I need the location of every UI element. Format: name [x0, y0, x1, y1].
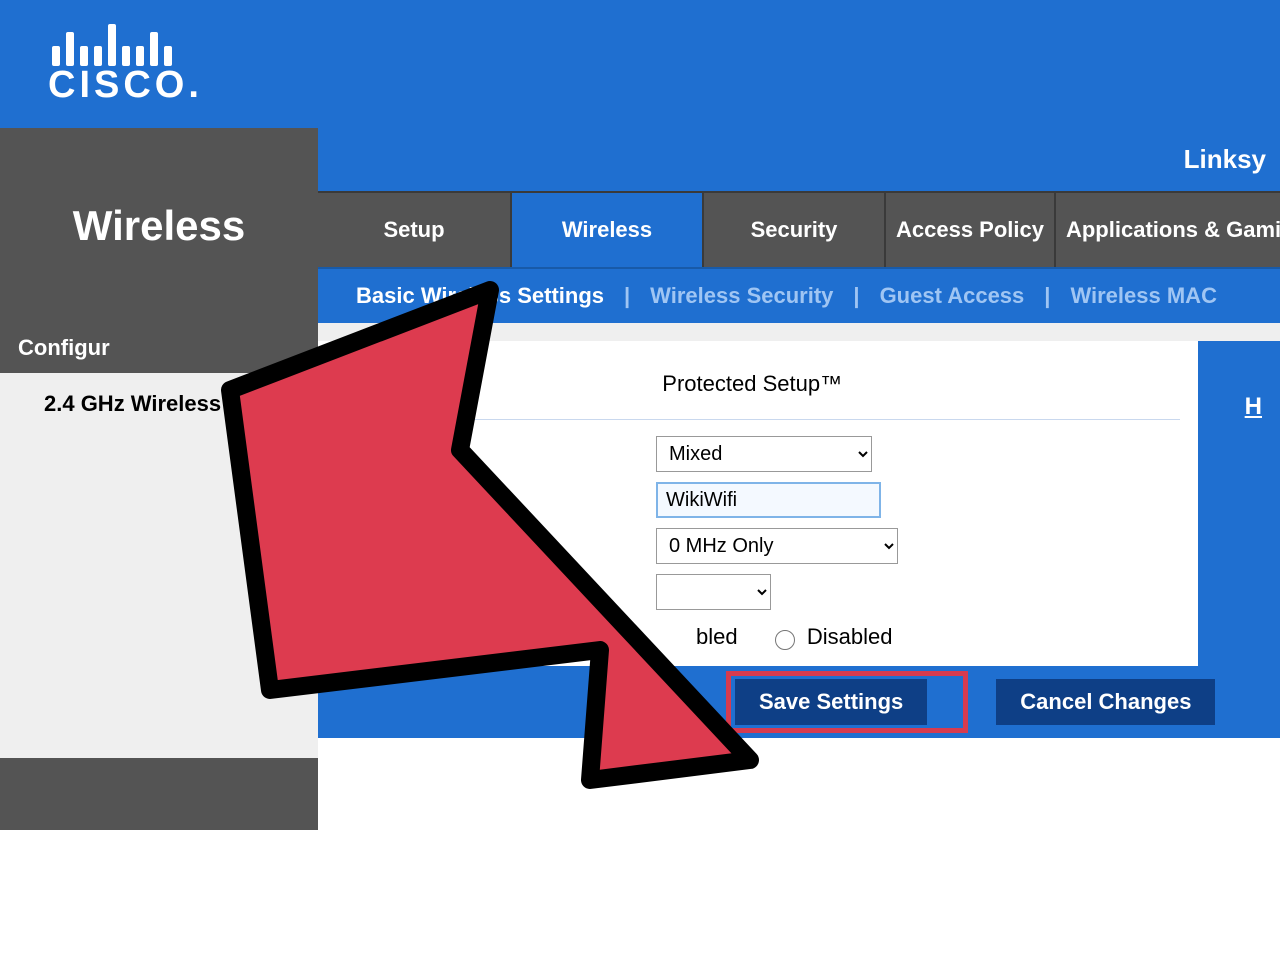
model-bar: Linksy — [318, 128, 1280, 191]
cisco-word: CISCO. — [48, 64, 203, 107]
tab-wireless[interactable]: Wireless — [512, 193, 704, 267]
main-tabs: Setup Wireless Security Access Policy Ap… — [318, 191, 1280, 267]
network-mode-select[interactable]: Mixed — [656, 436, 872, 472]
disabled-label: Disabled — [807, 624, 893, 649]
subtab-separator: | — [853, 283, 859, 309]
tab-applications-gaming[interactable]: Applications & Gaming — [1056, 193, 1280, 267]
subtab-separator: | — [624, 283, 630, 309]
sub-tabs: Basic Wireless Settings | Wireless Secur… — [318, 267, 1280, 323]
subtab-wireless-security[interactable]: Wireless Security — [650, 283, 833, 309]
page-title: Wireless — [73, 202, 245, 250]
help-sidebar: H — [1198, 341, 1280, 666]
ssid-broadcast-disabled-option[interactable]: Disabled — [770, 624, 893, 649]
cancel-changes-button[interactable]: Cancel Changes — [996, 679, 1215, 725]
save-settings-button[interactable]: Save Settings — [735, 679, 927, 725]
divider — [336, 419, 1180, 420]
save-highlight-box: Save Settings — [726, 671, 968, 733]
enabled-label: bled — [696, 624, 738, 649]
manual-radio[interactable] — [351, 377, 371, 397]
ssid-input[interactable] — [656, 482, 881, 518]
subtab-guest-access[interactable]: Guest Access — [880, 283, 1025, 309]
settings-panel: Manu Protected Setup™ Mixed — [318, 341, 1198, 666]
channel-select[interactable] — [656, 574, 771, 610]
channel-width-select[interactable]: 0 MHz Only — [656, 528, 898, 564]
configuration-view-label: Configur — [0, 323, 318, 373]
config-mode-wps-option[interactable]: Protected Setup™ — [662, 371, 842, 396]
tab-setup[interactable]: Setup — [318, 193, 512, 267]
wps-radio-label: Protected Setup™ — [662, 371, 842, 396]
left-footer-bar — [0, 758, 318, 830]
wireless-24ghz-label: 2.4 GHz Wireless Setting — [0, 373, 318, 417]
page-title-box: Wireless — [0, 128, 318, 323]
spacer — [318, 323, 1280, 341]
ssid-broadcast-enabled-option[interactable]: bled — [656, 624, 744, 649]
disabled-radio[interactable] — [775, 630, 795, 650]
tab-security[interactable]: Security — [704, 193, 886, 267]
config-mode-manual-option[interactable]: Manu — [346, 371, 484, 396]
brand-banner: CISCO. — [0, 0, 1280, 128]
cisco-bars-icon — [52, 8, 203, 66]
help-link[interactable]: H — [1245, 393, 1262, 420]
subtab-separator: | — [1044, 283, 1050, 309]
cisco-logo: CISCO. — [48, 8, 203, 107]
manual-radio-label: Manu — [423, 371, 478, 396]
tab-access-policy[interactable]: Access Policy — [886, 193, 1056, 267]
subtab-basic-wireless[interactable]: Basic Wireless Settings — [356, 283, 604, 309]
action-bar: Save Settings Cancel Changes — [318, 666, 1280, 738]
model-text: Linksy — [1184, 144, 1266, 175]
subtab-wireless-mac[interactable]: Wireless MAC — [1070, 283, 1217, 309]
